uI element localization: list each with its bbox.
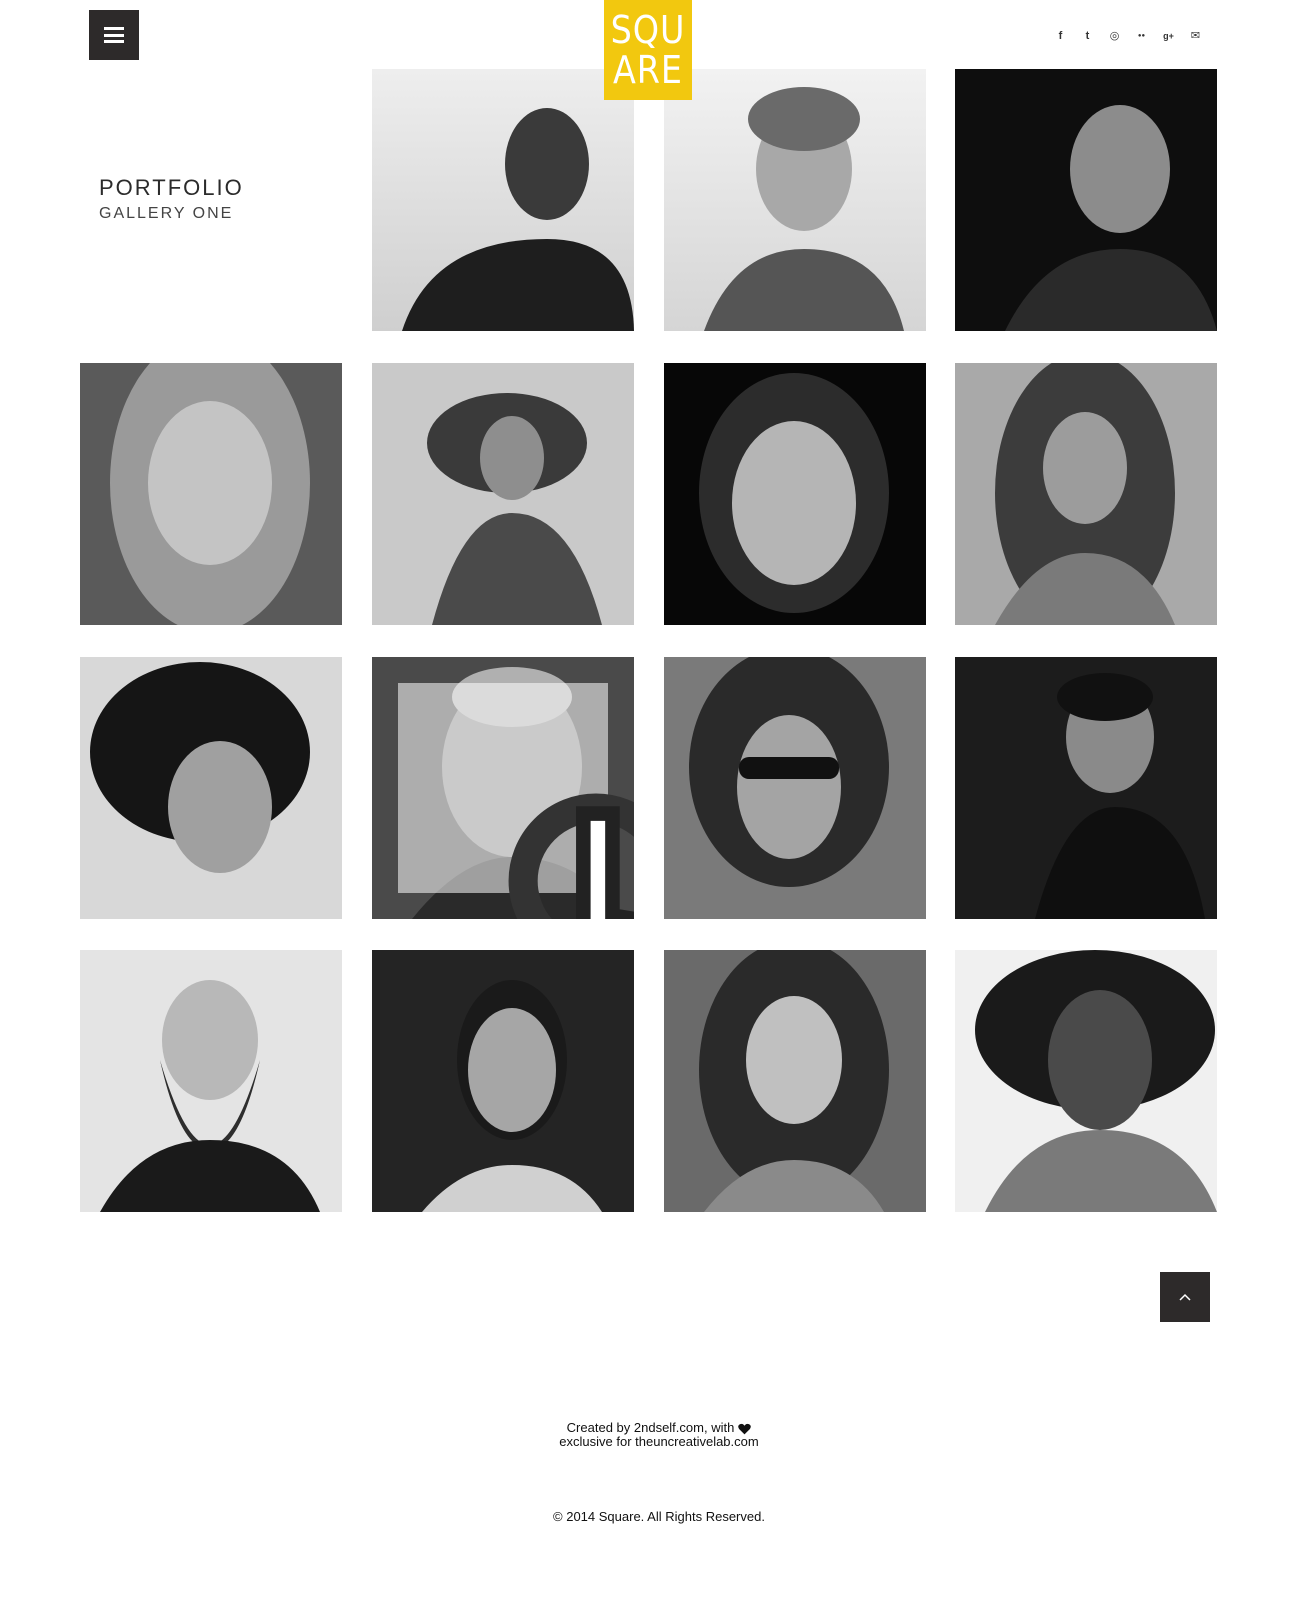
back-to-top-button[interactable] [1160, 1272, 1210, 1322]
portrait-tile[interactable] [664, 69, 926, 331]
logo-line-2: ARE [613, 48, 683, 92]
portrait-tile[interactable] [664, 363, 926, 625]
pointer-cursor-icon [576, 806, 634, 919]
page-subtitle: GALLERY ONE [99, 205, 234, 222]
footer-credit: Created by 2ndself.com, with exclusive f… [0, 1421, 1300, 1449]
portrait-image [955, 950, 1217, 1212]
portrait-tile[interactable] [664, 950, 926, 1212]
logo-line-1: SQU [610, 8, 686, 52]
portrait-image [80, 657, 342, 919]
portrait-tile[interactable] [372, 69, 634, 331]
portrait-tile[interactable] [372, 363, 634, 625]
portrait-tile[interactable] [955, 69, 1217, 331]
portrait-image [372, 950, 634, 1212]
portrait-image [372, 69, 634, 331]
portrait-tile[interactable] [955, 950, 1217, 1212]
portrait-tile[interactable] [372, 950, 634, 1212]
flickr-icon[interactable]: ●● [1133, 27, 1150, 44]
copyright: © 2014 Square. All Rights Reserved. [553, 1509, 765, 1524]
portrait-image [664, 69, 926, 331]
page-heading: PORTFOLIO GALLERY ONE [99, 175, 244, 223]
portrait-image [955, 363, 1217, 625]
portrait-tile[interactable] [80, 657, 342, 919]
portrait-image [664, 657, 926, 919]
chevron-up-icon [1179, 1293, 1191, 1301]
email-icon[interactable]: ✉ [1187, 27, 1204, 44]
portrait-image [955, 657, 1217, 919]
portrait-image [664, 950, 926, 1212]
credit-line-1: Created by 2ndself.com, with [566, 1420, 735, 1435]
portrait-tile-hovered[interactable] [372, 657, 634, 919]
portrait-tile[interactable] [955, 657, 1217, 919]
portrait-image [955, 69, 1217, 331]
portrait-tile[interactable] [80, 950, 342, 1212]
hover-overlay[interactable] [398, 683, 634, 919]
hamburger-icon [104, 27, 124, 43]
twitter-icon[interactable]: t [1079, 27, 1096, 44]
portrait-tile[interactable] [955, 363, 1217, 625]
google-plus-icon[interactable]: g+ [1160, 27, 1177, 44]
logo[interactable]: SQU ARE [604, 0, 692, 100]
portrait-tile[interactable] [80, 363, 342, 625]
social-links: f t ◎ ●● g+ ✉ [1052, 27, 1204, 44]
portrait-image [372, 363, 634, 625]
portrait-image [80, 950, 342, 1212]
portrait-image [664, 363, 926, 625]
credit-line-2: exclusive for theuncreativelab.com [559, 1434, 759, 1449]
portrait-image [80, 363, 342, 625]
portrait-tile[interactable] [664, 657, 926, 919]
facebook-icon[interactable]: f [1052, 27, 1069, 44]
heart-icon [738, 1423, 752, 1434]
page-title: PORTFOLIO [99, 175, 244, 200]
menu-button[interactable] [89, 10, 139, 60]
instagram-icon[interactable]: ◎ [1106, 27, 1123, 44]
